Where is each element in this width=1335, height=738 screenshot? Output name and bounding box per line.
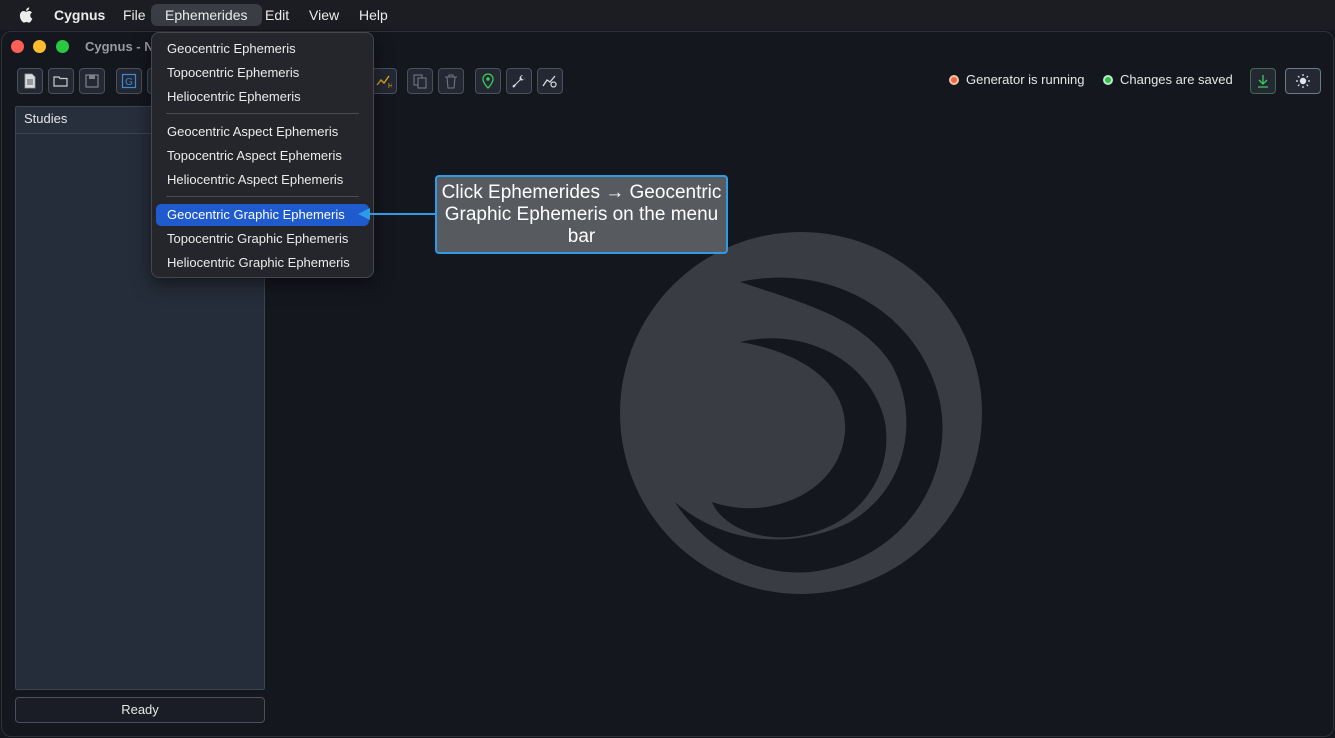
ephemerides-dropdown: Geocentric Ephemeris Topocentric Ephemer…: [151, 32, 374, 278]
zoom-window-button[interactable]: [56, 40, 69, 53]
menu-item-heliocentric-aspect-ephemeris[interactable]: Heliocentric Aspect Ephemeris: [156, 169, 369, 191]
status-ready: Ready: [15, 697, 265, 723]
sun-icon: [1296, 74, 1310, 88]
window-title: Cygnus - N: [85, 39, 154, 54]
generator-status: Generator is running: [949, 72, 1085, 87]
open-study-button[interactable]: [48, 68, 74, 94]
menu-file[interactable]: File: [113, 4, 156, 26]
copy-icon: [413, 74, 427, 89]
wrench-icon: [512, 75, 525, 88]
menu-view[interactable]: View: [299, 4, 349, 26]
apple-logo-icon[interactable]: [18, 6, 36, 24]
minimize-window-button[interactable]: [33, 40, 46, 53]
settings-button[interactable]: [506, 68, 532, 94]
menu-separator: [166, 113, 359, 114]
menu-item-geocentric-aspect-ephemeris[interactable]: Geocentric Aspect Ephemeris: [156, 121, 369, 143]
chart-h-icon: H: [376, 75, 392, 89]
new-document-icon: [24, 73, 36, 89]
location-pin-icon: [482, 73, 494, 89]
menu-separator: [166, 196, 359, 197]
download-button[interactable]: [1250, 68, 1276, 94]
menu-app-name[interactable]: Cygnus: [44, 4, 115, 26]
menu-help[interactable]: Help: [349, 4, 398, 26]
chart-gear-icon: [542, 75, 557, 88]
copy-button[interactable]: [407, 68, 433, 94]
open-folder-icon: [53, 76, 68, 87]
heliocentric-chart-button[interactable]: H: [371, 68, 397, 94]
svg-text:H: H: [388, 83, 392, 89]
menu-bar: Cygnus File Ephemerides Edit View Help: [0, 0, 1335, 30]
save-status: Changes are saved: [1103, 72, 1233, 87]
status-dot-icon: [1103, 74, 1113, 85]
new-study-button[interactable]: [17, 68, 43, 94]
menu-item-topocentric-aspect-ephemeris[interactable]: Topocentric Aspect Ephemeris: [156, 145, 369, 167]
menu-item-geocentric-graphic-ephemeris[interactable]: Geocentric Graphic Ephemeris: [156, 204, 369, 226]
menu-edit[interactable]: Edit: [255, 4, 299, 26]
geocentric-button[interactable]: G: [116, 68, 142, 94]
callout-arrow-icon: [358, 208, 435, 220]
menu-ephemerides[interactable]: Ephemerides: [151, 4, 262, 26]
cygnus-logo-icon: [620, 232, 982, 594]
save-status-text: Changes are saved: [1120, 72, 1233, 87]
delete-button[interactable]: [438, 68, 464, 94]
download-icon: [1258, 75, 1268, 88]
chart-settings-button[interactable]: [537, 68, 563, 94]
status-dot-icon: [949, 74, 959, 85]
generator-status-text: Generator is running: [966, 72, 1085, 87]
instruction-callout: Click Ephemerides → Geocentric Graphic E…: [435, 175, 728, 254]
save-icon: [85, 74, 99, 88]
menu-item-topocentric-ephemeris[interactable]: Topocentric Ephemeris: [156, 62, 369, 84]
menu-item-heliocentric-ephemeris[interactable]: Heliocentric Ephemeris: [156, 86, 369, 108]
close-window-button[interactable]: [11, 40, 24, 53]
menu-item-topocentric-graphic-ephemeris[interactable]: Topocentric Graphic Ephemeris: [156, 228, 369, 250]
theme-toggle-button[interactable]: [1285, 68, 1321, 94]
location-button[interactable]: [475, 68, 501, 94]
g-icon: G: [121, 73, 137, 89]
save-button[interactable]: [79, 68, 105, 94]
trash-icon: [445, 74, 457, 89]
menu-item-heliocentric-graphic-ephemeris[interactable]: Heliocentric Graphic Ephemeris: [156, 252, 369, 274]
svg-text:G: G: [125, 77, 133, 88]
menu-item-geocentric-ephemeris[interactable]: Geocentric Ephemeris: [156, 38, 369, 60]
